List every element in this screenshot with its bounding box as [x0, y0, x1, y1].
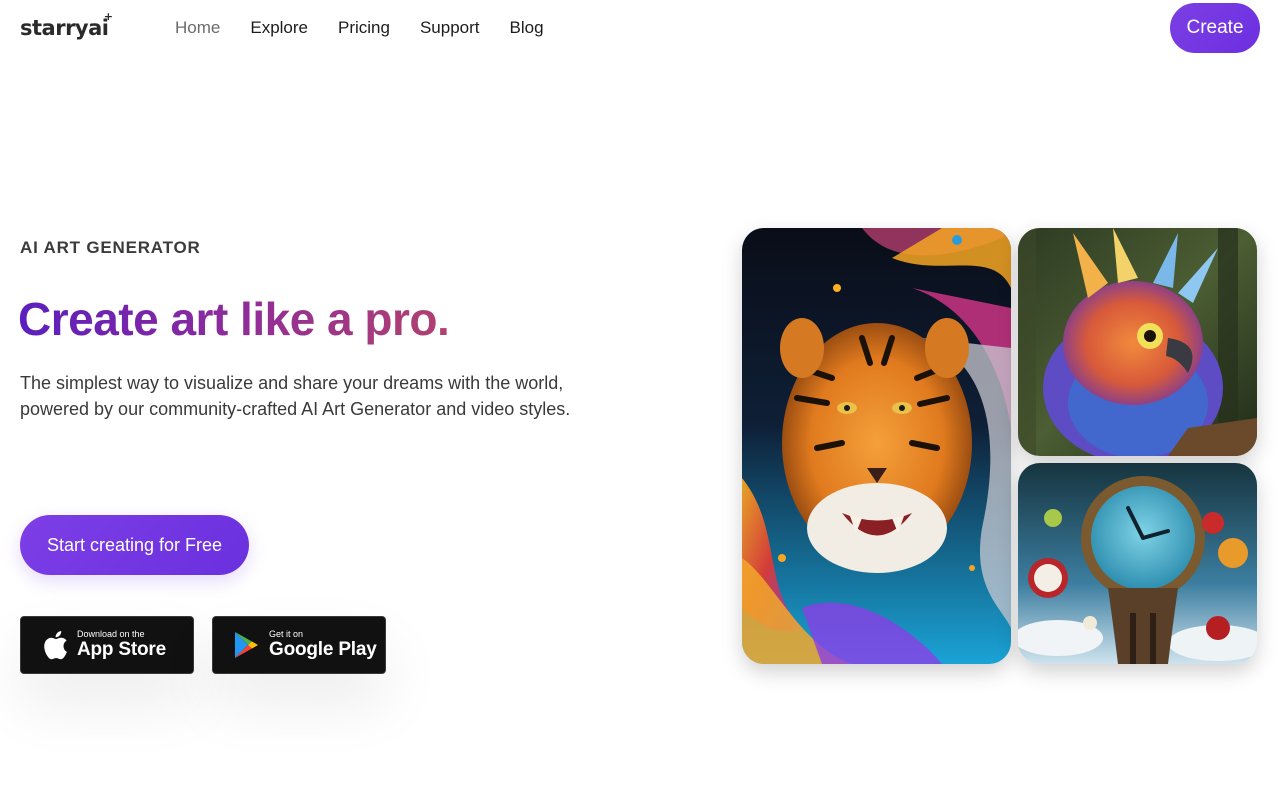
- google-play-text: Get it on Google Play: [269, 629, 377, 661]
- nav-blog-link[interactable]: Blog: [510, 18, 544, 38]
- google-play-badge[interactable]: Get it on Google Play: [212, 616, 386, 674]
- hero-subtext: The simplest way to visualize and share …: [20, 373, 571, 419]
- hero-eyebrow: AI ART GENERATOR: [20, 238, 201, 257]
- app-store-badge[interactable]: Download on the App Store: [20, 616, 194, 674]
- nav-explore-link[interactable]: Explore: [250, 18, 308, 38]
- google-play-big-text: Google Play: [269, 639, 377, 660]
- clock-artwork: [1018, 463, 1257, 664]
- bird-artwork: [1018, 228, 1257, 456]
- google-play-icon: [229, 631, 265, 659]
- top-nav: starryai + Home Explore Pricing Support B…: [0, 0, 1280, 56]
- tiger-artwork: [742, 228, 1011, 664]
- app-store-small-text: Download on the: [77, 629, 145, 639]
- nav-support-link[interactable]: Support: [420, 18, 480, 38]
- create-button[interactable]: Create: [1170, 3, 1260, 53]
- logo-star-icon: +: [103, 10, 113, 23]
- hero-headline: Create art like a pro.: [18, 293, 450, 345]
- start-creating-button[interactable]: Start creating for Free: [20, 515, 249, 575]
- app-store-big-text: App Store: [77, 639, 166, 660]
- starryai-logo[interactable]: starryai +: [20, 10, 113, 40]
- nav-links: Home Explore Pricing Support Blog: [175, 18, 574, 38]
- nav-home-link[interactable]: Home: [175, 18, 220, 38]
- nav-pricing-link[interactable]: Pricing: [338, 18, 390, 38]
- logo-text: starryai: [20, 16, 109, 40]
- app-store-text: Download on the App Store: [77, 629, 166, 661]
- google-play-small-text: Get it on: [269, 629, 304, 639]
- apple-icon: [37, 630, 73, 660]
